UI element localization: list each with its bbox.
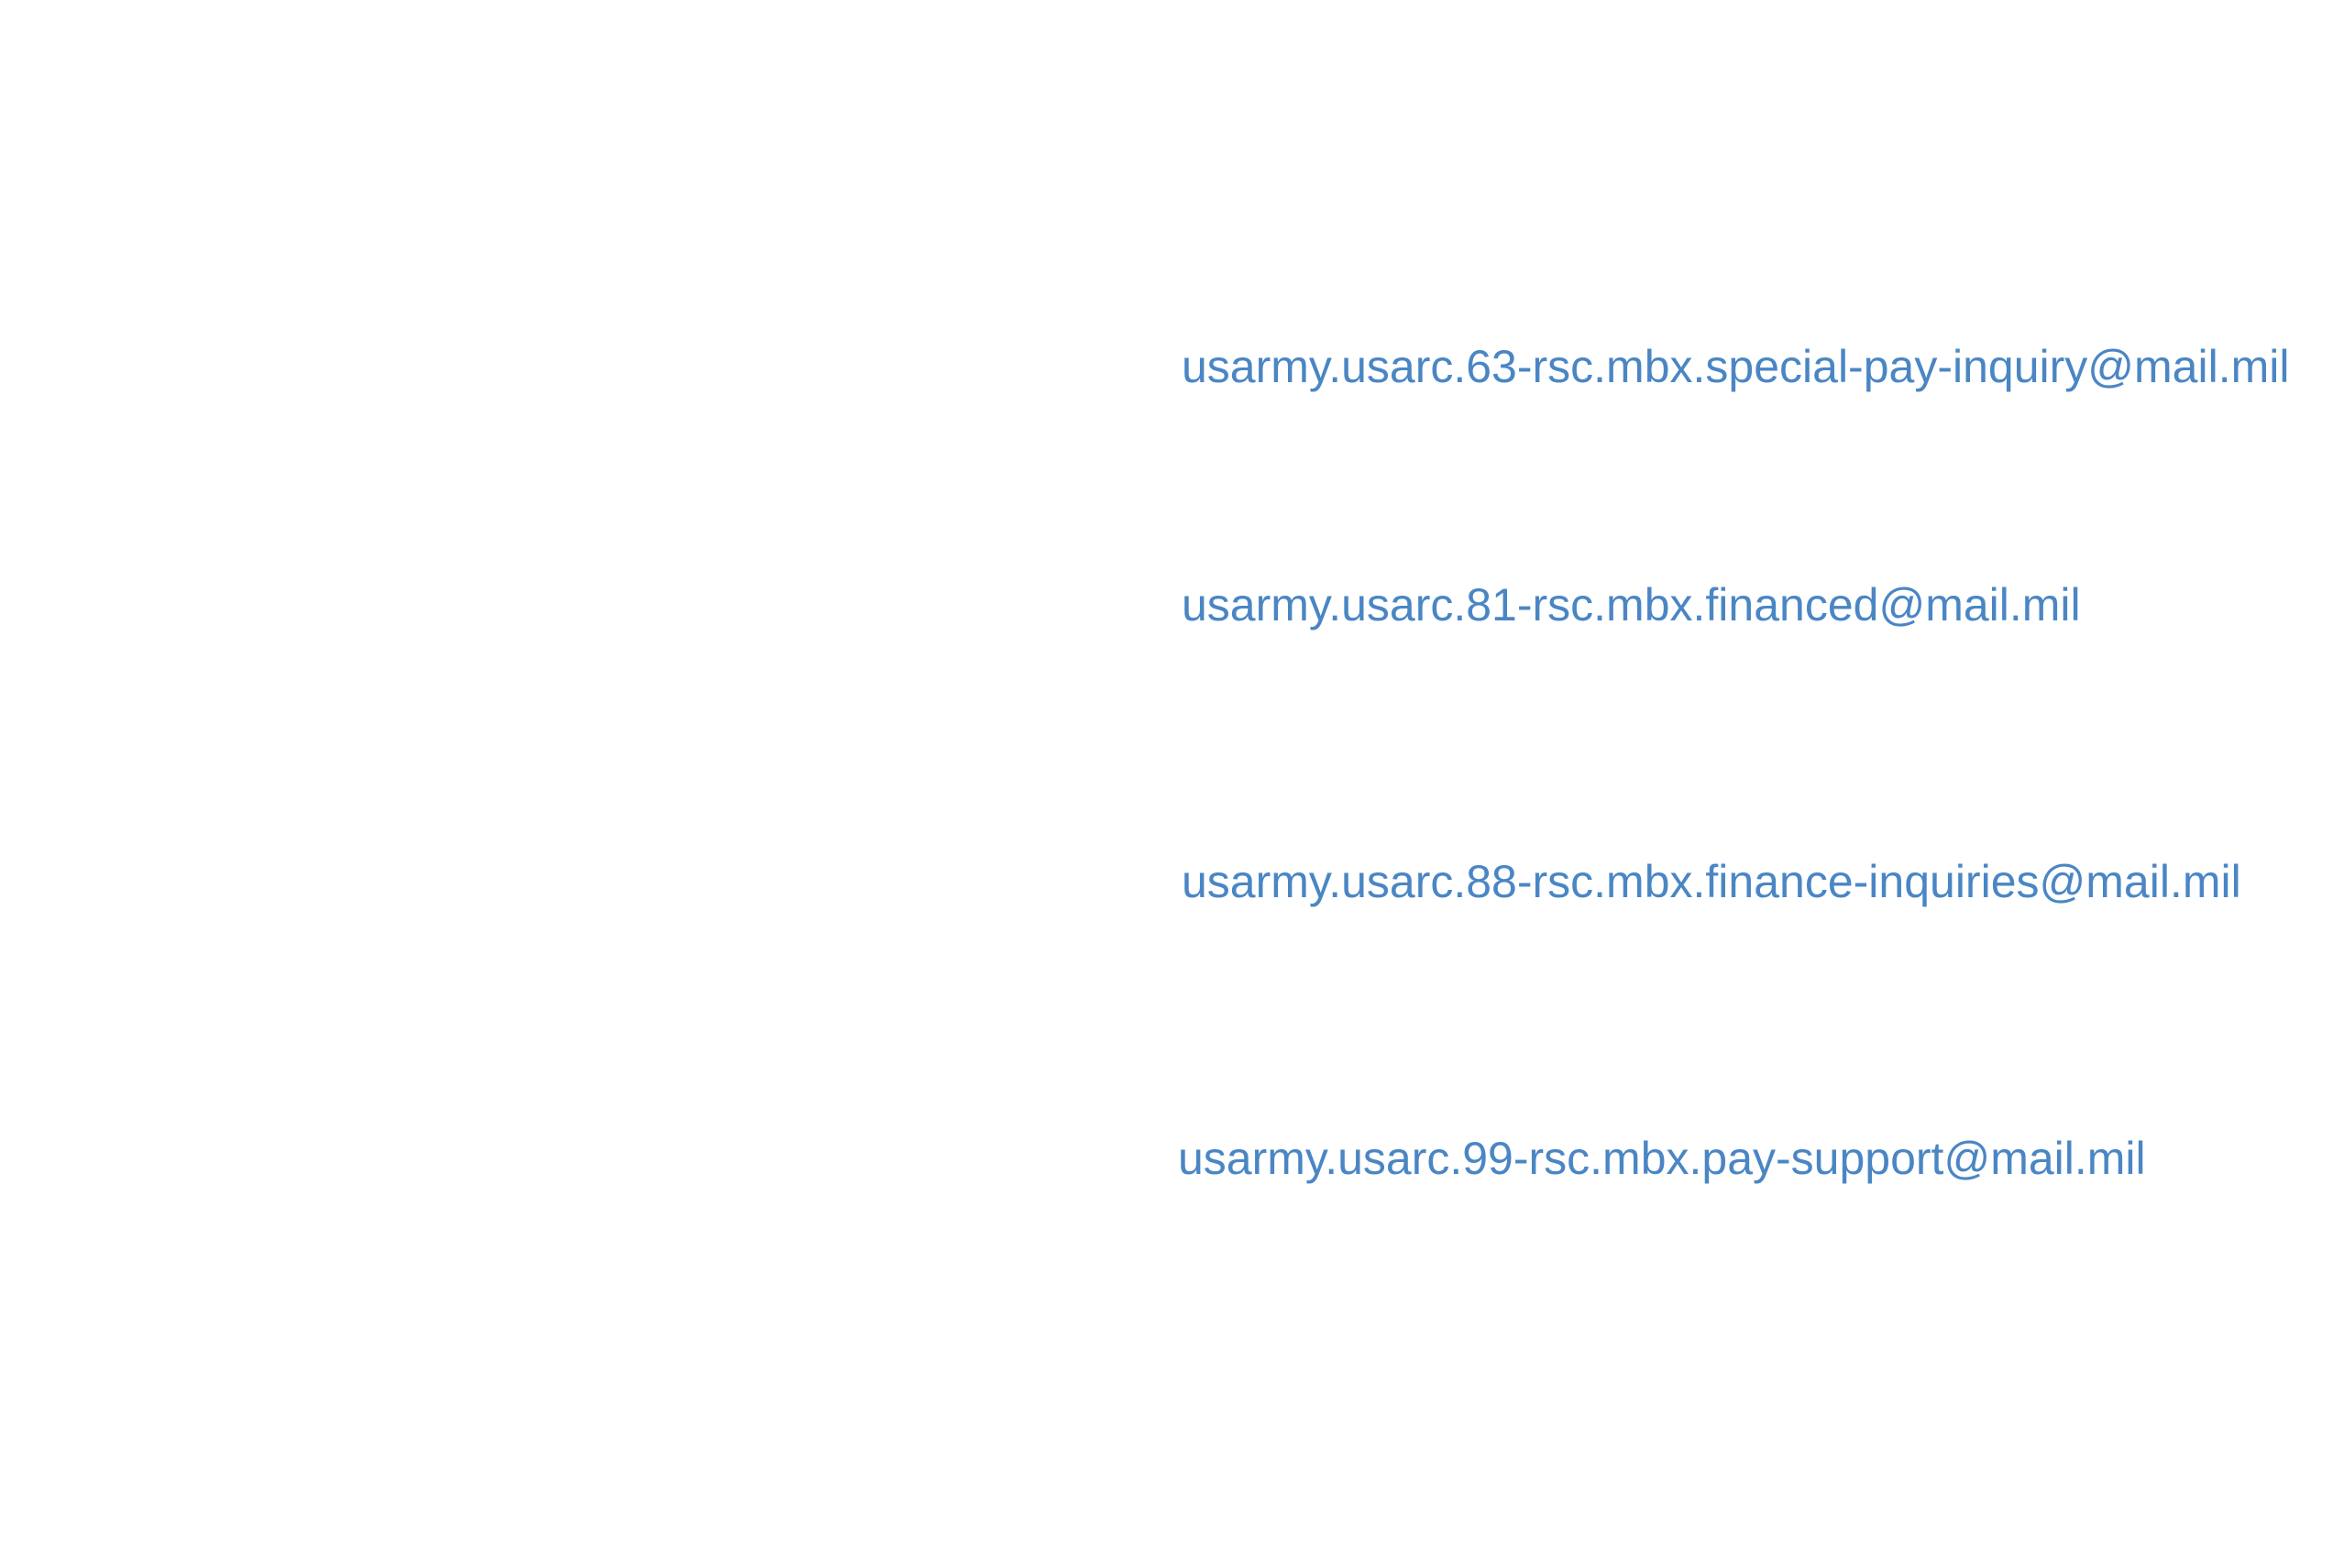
email-link-81-rsc-financed[interactable]: usarmy.usarc.81-rsc.mbx.financed@mail.mi…: [1182, 577, 2081, 632]
document-page: usarmy.usarc.63-rsc.mbx.special-pay-inqu…: [0, 0, 2333, 1568]
email-link-63-rsc-special-pay-inquiry[interactable]: usarmy.usarc.63-rsc.mbx.special-pay-inqu…: [1182, 339, 2289, 394]
email-link-99-rsc-pay-support[interactable]: usarmy.usarc.99-rsc.mbx.pay-support@mail…: [1178, 1131, 2146, 1186]
email-link-88-rsc-finance-inquiries[interactable]: usarmy.usarc.88-rsc.mbx.finance-inquirie…: [1182, 854, 2241, 909]
